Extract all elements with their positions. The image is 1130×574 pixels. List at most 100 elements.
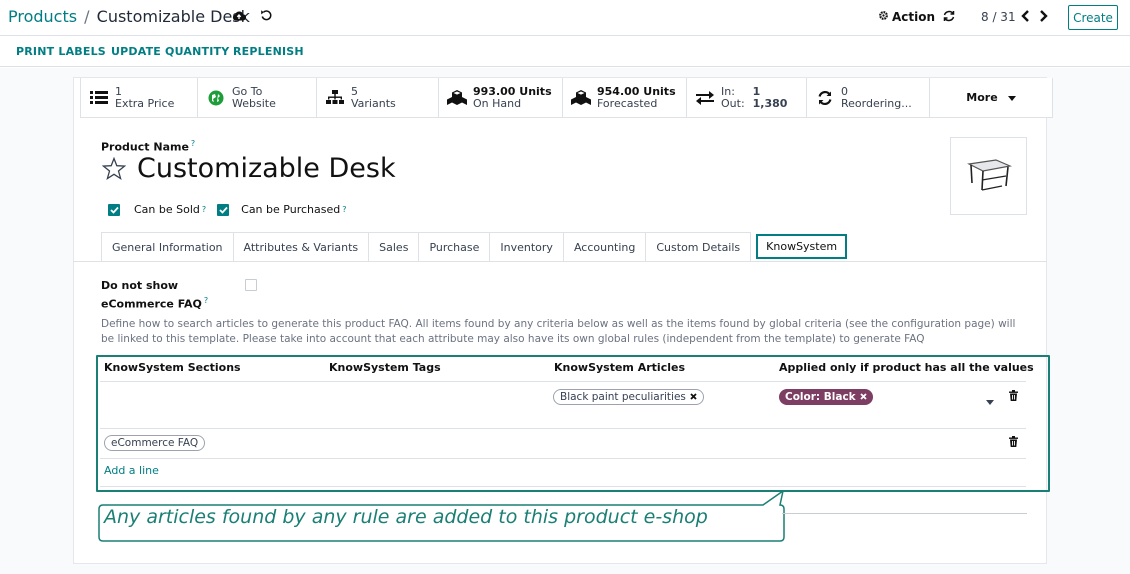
tab-sales[interactable]: Sales — [368, 232, 420, 261]
column-header-applied-values[interactable]: Applied only if product has all the valu… — [779, 361, 1034, 374]
tooltip-mark[interactable]: ? — [342, 205, 346, 214]
section-tag[interactable]: eCommerce FAQ — [104, 435, 206, 451]
reordering-button[interactable]: 0 Reordering... — [807, 78, 930, 118]
list-icon — [89, 89, 109, 107]
tab-attributes-variants[interactable]: Attributes & Variants — [232, 232, 370, 261]
forecasted-label: Forecasted — [597, 96, 658, 110]
cubes-icon — [447, 89, 467, 107]
tooltip-mark[interactable]: ? — [202, 205, 206, 214]
can-be-sold-label: Can be Sold — [134, 203, 200, 216]
faq-rules-table-highlight — [96, 355, 1050, 492]
tab-custom-details[interactable]: Custom Details — [645, 232, 752, 261]
chevron-left-icon[interactable] — [1020, 7, 1032, 28]
product-name-field[interactable]: Customizable Desk — [137, 153, 396, 184]
refresh-icon[interactable] — [942, 9, 956, 26]
can-be-sold-checkbox[interactable] — [108, 203, 120, 216]
chevron-right-icon[interactable] — [1037, 7, 1049, 28]
caret-down-icon — [1007, 91, 1016, 104]
product-name-label: Product Name? — [101, 139, 195, 154]
breadcrumb-current: Customizable Desk — [96, 7, 250, 26]
breadcrumb-products-link[interactable]: Products — [8, 7, 77, 26]
save-cloud-icon[interactable] — [232, 10, 247, 25]
reordering-value: 0 — [841, 84, 848, 98]
table-bottom-divider — [100, 486, 1026, 487]
row-divider — [100, 458, 1026, 459]
sheet-divider — [782, 513, 1027, 514]
out-label: Out: — [721, 96, 745, 110]
more-button[interactable]: More — [930, 78, 1053, 118]
action-label: Action — [892, 10, 936, 24]
more-label: More — [966, 91, 998, 104]
action-menu-button[interactable]: Action — [878, 10, 935, 24]
refresh-icon — [815, 89, 835, 107]
column-header-tags[interactable]: KnowSystem Tags — [329, 361, 441, 374]
globe-icon — [206, 89, 226, 107]
desk-image-icon — [966, 159, 1012, 191]
in-label: In: — [721, 84, 735, 98]
breadcrumb: Products / Customizable Desk — [8, 7, 250, 26]
smart-buttons: 1 Extra Price Go To Website 5 Variants 993.… — [80, 78, 1054, 118]
trash-icon[interactable] — [1009, 436, 1018, 450]
section-tag-label: eCommerce FAQ — [111, 437, 199, 449]
product-name-label-text: Product Name — [101, 140, 189, 154]
in-out-button[interactable]: In: 1 Out: 1,380 — [687, 78, 807, 118]
remove-tag-icon[interactable] — [860, 389, 867, 405]
variants-value: 5 — [351, 84, 358, 98]
extra-price-button[interactable]: 1 Extra Price — [80, 78, 198, 118]
notebook-tabs: General Information Attributes & Variant… — [101, 232, 848, 261]
tab-knowsystem[interactable]: KnowSystem — [756, 234, 848, 259]
sitemap-icon — [325, 89, 345, 107]
tooltip-mark[interactable]: ? — [191, 139, 195, 148]
value-tag-label: Color: Black — [785, 391, 856, 403]
in-value: 1 — [752, 84, 761, 98]
table-header-divider — [100, 381, 1026, 382]
tab-general-information[interactable]: General Information — [101, 232, 234, 261]
discard-undo-icon[interactable] — [260, 9, 273, 25]
row-divider — [100, 428, 1026, 429]
tooltip-mark[interactable]: ? — [204, 296, 208, 305]
reordering-label: Reordering... — [841, 96, 912, 110]
forecasted-button[interactable]: 954.00 Units Forecasted — [563, 78, 687, 118]
dropdown-caret-icon[interactable] — [986, 394, 994, 408]
forecasted-value: 954.00 Units — [597, 84, 676, 98]
tab-accounting[interactable]: Accounting — [562, 232, 647, 261]
do-not-show-faq-label-line1: Do not show — [101, 279, 179, 292]
pager-value[interactable]: 8 / 31 — [981, 10, 1016, 24]
can-be-purchased-checkbox[interactable] — [217, 203, 230, 216]
extra-price-value: 1 — [115, 84, 122, 98]
product-image[interactable] — [950, 137, 1027, 215]
trash-icon[interactable] — [1009, 390, 1018, 404]
out-value: 1,380 — [752, 96, 788, 110]
tab-divider — [73, 261, 1047, 262]
do-not-show-faq-label: Do not show eCommerce FAQ? — [101, 278, 208, 312]
faq-description: Define how to search articles to generat… — [101, 318, 1016, 345]
on-hand-button[interactable]: 993.00 Units On Hand — [439, 78, 563, 118]
add-line-link[interactable]: Add a line — [104, 464, 159, 477]
column-header-articles[interactable]: KnowSystem Articles — [554, 361, 685, 374]
cubes-icon — [571, 89, 591, 107]
tab-purchase[interactable]: Purchase — [418, 232, 491, 261]
on-hand-label: On Hand — [473, 96, 522, 110]
control-panel: Products / Customizable Desk Action 8 / … — [0, 0, 1130, 36]
extra-price-label: Extra Price — [115, 96, 175, 110]
article-tag[interactable]: Black paint peculiarities — [553, 389, 704, 405]
replenish-button[interactable]: REPLENISH — [233, 45, 304, 58]
star-icon[interactable] — [101, 156, 127, 184]
create-button[interactable]: Create — [1068, 5, 1118, 30]
value-tag[interactable]: Color: Black — [779, 389, 873, 405]
tab-inventory[interactable]: Inventory — [489, 232, 564, 261]
do-not-show-faq-checkbox[interactable] — [245, 279, 257, 291]
gear-icon — [878, 10, 889, 24]
update-quantity-button[interactable]: UPDATE QUANTITY — [111, 45, 229, 58]
website-value: Go To — [232, 84, 263, 98]
variants-button[interactable]: 5 Variants — [317, 78, 439, 118]
remove-tag-icon[interactable] — [690, 390, 697, 404]
product-flags: Can be Sold? Can be Purchased? — [108, 203, 346, 216]
print-labels-button[interactable]: PRINT LABELS — [16, 45, 106, 58]
go-to-website-button[interactable]: Go To Website — [198, 78, 317, 118]
article-tag-label: Black paint peculiarities — [560, 391, 686, 403]
action-row: PRINT LABELS UPDATE QUANTITY REPLENISH — [0, 37, 1130, 67]
can-be-purchased-label: Can be Purchased — [241, 203, 341, 216]
on-hand-value: 993.00 Units — [473, 84, 552, 98]
column-header-sections[interactable]: KnowSystem Sections — [104, 361, 241, 374]
